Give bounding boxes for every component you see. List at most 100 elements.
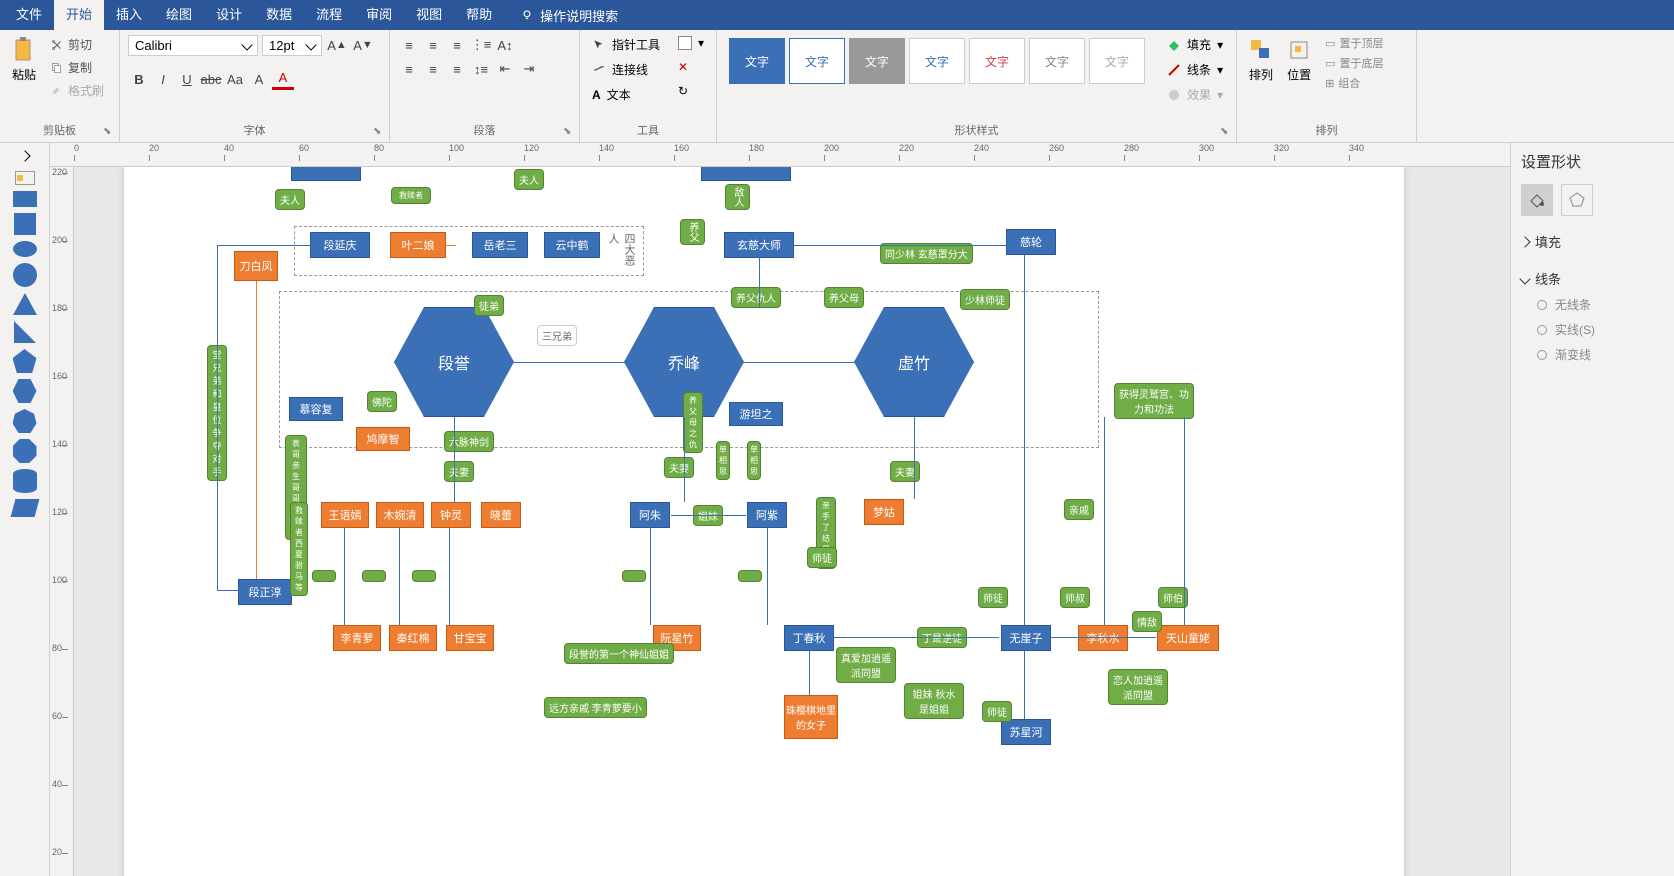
styles-launcher[interactable]: ⬊ — [1220, 126, 1232, 138]
line-spacing-button[interactable]: ↕≡ — [470, 58, 492, 80]
shape-hexagon[interactable] — [13, 379, 37, 403]
align-left[interactable]: ≡ — [398, 58, 420, 80]
opt-solid-line[interactable]: 实线(S) — [1521, 317, 1664, 342]
node-murongfu[interactable]: 慕容复 — [289, 397, 343, 421]
bring-front-button[interactable]: ▭置于顶层 — [1321, 34, 1387, 52]
shape-pentagon[interactable] — [13, 349, 37, 373]
send-back-button[interactable]: ▭置于底层 — [1321, 54, 1387, 72]
tell-me-search[interactable]: 操作说明搜索 — [512, 6, 626, 25]
node-xuancidashi[interactable]: 玄慈大师 — [724, 232, 794, 258]
tab-effects[interactable] — [1561, 184, 1593, 216]
menu-data[interactable]: 数据 — [254, 0, 304, 30]
node-qinhongmian[interactable]: 秦红棉 — [389, 625, 437, 651]
arrange-button[interactable]: 排列 — [1245, 34, 1277, 85]
node-yeerniang[interactable]: 叶二娘 — [390, 232, 446, 258]
bold-button[interactable]: B — [128, 68, 150, 90]
node-yunzhonghe[interactable]: 云中鹤 — [544, 232, 600, 258]
menu-insert[interactable]: 插入 — [104, 0, 154, 30]
font-launcher[interactable]: ⬊ — [373, 126, 385, 138]
node-daobaifeng[interactable]: 刀白凤 — [234, 251, 278, 281]
lbl-tudi[interactable]: 徒弟 — [474, 295, 504, 316]
align-right[interactable]: ≡ — [446, 58, 468, 80]
node-youtanzhi[interactable]: 游坦之 — [729, 402, 783, 426]
opt-gradient-line[interactable]: 渐变线 — [1521, 342, 1664, 367]
shape-effect-button[interactable]: 效果▾ — [1163, 84, 1227, 105]
lbl-sanxiongdi[interactable]: 三兄弟 — [537, 325, 577, 346]
lbl-yuanfangqinqi[interactable]: 远方亲戚 李青萝要小 — [544, 697, 647, 718]
lbl-fuqi2[interactable]: 夫妻 — [664, 457, 694, 478]
decrease-indent[interactable]: ⇤ — [494, 58, 516, 80]
lbl-shitu[interactable]: 师徒 — [807, 547, 837, 568]
panel-collapse[interactable] — [21, 147, 29, 165]
style-preset-2[interactable]: 文字 — [789, 38, 845, 84]
strikethrough-button[interactable]: abc — [200, 68, 222, 90]
node-liqingluo[interactable]: 李青萝 — [333, 625, 381, 651]
font-size-select[interactable]: 12pt — [262, 35, 322, 56]
node-suxinghe[interactable]: 苏星河 — [1001, 719, 1051, 745]
lbl-g4[interactable] — [622, 570, 646, 582]
node-duanzhengchun[interactable]: 段正淳 — [238, 579, 292, 605]
font-size-button[interactable]: A — [248, 68, 270, 90]
shape-style-gallery[interactable]: 文字 文字 文字 文字 文字 文字 文字 — [725, 34, 1149, 88]
copy-button[interactable]: 复制 — [46, 57, 108, 78]
menu-help[interactable]: 帮助 — [454, 0, 504, 30]
pointer-tool[interactable]: 指针工具 — [588, 34, 664, 55]
menu-view[interactable]: 视图 — [404, 0, 454, 30]
section-line[interactable]: 线条 — [1521, 265, 1664, 292]
align-center[interactable]: ≡ — [422, 58, 444, 80]
lbl-yangfumuzhi[interactable]: 养父母之仇 — [683, 392, 703, 453]
cut-button[interactable]: 剪切 — [46, 34, 108, 55]
style-preset-4[interactable]: 文字 — [909, 38, 965, 84]
lbl-furen[interactable]: 夫人 — [514, 169, 544, 190]
group-button[interactable]: ⊞组合 — [1321, 74, 1387, 92]
shrink-font-button[interactable]: A▼ — [352, 34, 374, 56]
para-launcher[interactable]: ⬊ — [563, 126, 575, 138]
position-button[interactable]: 位置 — [1283, 34, 1315, 85]
lbl-zhenaijiaxiaoyao[interactable]: 真爱加逍遥派同盟 — [836, 647, 896, 683]
lbl-g3[interactable] — [412, 570, 436, 582]
menu-design[interactable]: 设计 — [204, 0, 254, 30]
lbl-huodelingjiu[interactable]: 获得灵鹫宫、功力和功法 — [1114, 383, 1194, 419]
lbl-danxiangsi[interactable]: 单相思 — [716, 441, 730, 480]
lbl-shitu2[interactable]: 师徒 — [978, 587, 1008, 608]
shape-rectangle[interactable] — [13, 191, 37, 207]
style-preset-7[interactable]: 文字 — [1089, 38, 1145, 84]
font-name-select[interactable]: Calibri — [128, 35, 258, 56]
node-menggu[interactable]: 梦姑 — [864, 499, 904, 525]
lbl-g1[interactable] — [312, 570, 336, 582]
shape-heptagon[interactable] — [13, 409, 37, 433]
underline-button[interactable]: U — [176, 68, 198, 90]
lbl-yangfumu[interactable]: 养父母 — [824, 287, 864, 308]
lbl-fuqi3[interactable]: 夫妻 — [890, 461, 920, 482]
align-top-right[interactable]: ≡ — [446, 34, 468, 56]
node-azhu[interactable]: 阿朱 — [630, 502, 670, 528]
lbl-diren[interactable]: 敌人 — [725, 184, 750, 210]
menu-process[interactable]: 流程 — [304, 0, 354, 30]
node-wangyuyan[interactable]: 王语嫣 — [321, 502, 369, 528]
rotate-tool[interactable]: ↻ — [674, 82, 708, 100]
align-top-center[interactable]: ≡ — [422, 34, 444, 56]
lbl-yangfu[interactable]: 养父 — [680, 219, 705, 245]
lbl-shitu3[interactable]: 师徒 — [982, 701, 1012, 722]
node-top-blue1[interactable] — [291, 167, 361, 181]
node-jiumozhi[interactable]: 鸠摩智 — [356, 427, 410, 451]
align-top-left[interactable]: ≡ — [398, 34, 420, 56]
paste-button[interactable]: 粘贴 — [8, 34, 40, 85]
lbl-shaolinshitu[interactable]: 少林师徒 — [960, 289, 1010, 310]
node-wuyazi[interactable]: 无崖子 — [1001, 625, 1051, 651]
lbl-jiemeiqi[interactable]: 姐妹 秋水是姐姐 — [904, 683, 964, 719]
node-top-blue2[interactable] — [701, 167, 791, 181]
shape-parallelogram[interactable] — [10, 499, 39, 517]
font-color-button[interactable]: A — [272, 68, 294, 90]
lbl-fotu[interactable]: 佛陀 — [367, 391, 397, 412]
bullets-button[interactable]: ⋮≡ — [470, 34, 492, 56]
lbl-jiushuzhe[interactable]: 救赎者 — [391, 187, 431, 204]
node-xiaolei[interactable]: 晓蕾 — [481, 502, 521, 528]
close-tool[interactable]: ✕ — [674, 58, 708, 76]
tab-fill-line[interactable] — [1521, 184, 1553, 216]
shape-octagon[interactable] — [13, 439, 37, 463]
lbl-fn2[interactable]: 夫人 — [275, 189, 305, 210]
lbl-fuqi[interactable]: 夫妻 — [444, 461, 474, 482]
shape-triangle[interactable] — [13, 293, 37, 315]
connector-tool[interactable]: 连接线 — [588, 59, 664, 80]
